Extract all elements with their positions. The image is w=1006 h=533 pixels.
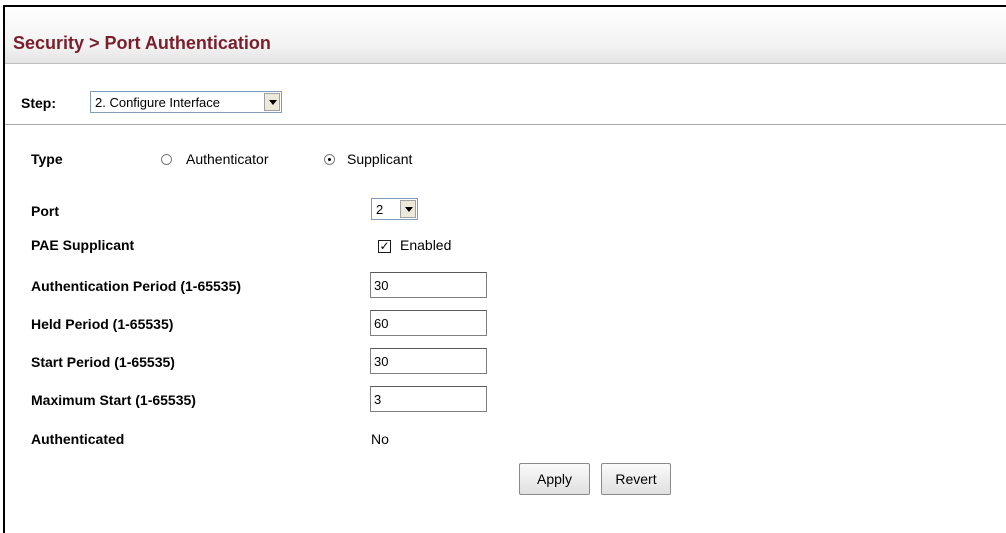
content-frame: Security > Port Authentication Step: 2. … (3, 5, 1006, 533)
step-label: Step: (21, 95, 56, 111)
title-bar: Security > Port Authentication (5, 7, 1006, 64)
step-select-value: 2. Configure Interface (95, 95, 221, 110)
held-period-label: Held Period (1-65535) (31, 316, 174, 332)
revert-button[interactable]: Revert (601, 463, 671, 495)
authentication-period-label: Authentication Period (1-65535) (31, 278, 242, 294)
step-bar: Step: 2. Configure Interface (5, 82, 1006, 125)
authentication-period-input[interactable]: 30 (370, 272, 487, 298)
page-title: Security > Port Authentication (13, 33, 271, 53)
pae-supplicant-checkbox[interactable]: ✓ (378, 240, 391, 253)
chevron-down-icon[interactable] (264, 93, 280, 111)
port-select-value: 2 (376, 202, 384, 217)
chevron-down-icon[interactable] (400, 200, 416, 218)
apply-button[interactable]: Apply (519, 463, 590, 495)
step-select[interactable]: 2. Configure Interface (90, 91, 282, 113)
port-label: Port (31, 203, 59, 219)
authenticated-label: Authenticated (31, 431, 125, 447)
authenticated-value: No (371, 431, 389, 447)
pae-supplicant-label: PAE Supplicant (31, 237, 135, 253)
radio-authenticator[interactable] (161, 154, 172, 165)
maximum-start-label: Maximum Start (1-65535) (31, 392, 196, 408)
start-period-label: Start Period (1-65535) (31, 354, 175, 370)
radio-supplicant-label[interactable]: Supplicant (347, 151, 412, 167)
radio-authenticator-label[interactable]: Authenticator (186, 151, 269, 167)
radio-supplicant[interactable] (324, 154, 335, 165)
port-select[interactable]: 2 (371, 198, 418, 220)
start-period-input[interactable]: 30 (370, 348, 487, 374)
held-period-input[interactable]: 60 (370, 310, 487, 336)
maximum-start-input[interactable]: 3 (370, 386, 487, 412)
type-label: Type (31, 151, 63, 167)
pae-supplicant-checkbox-label[interactable]: Enabled (400, 237, 451, 253)
